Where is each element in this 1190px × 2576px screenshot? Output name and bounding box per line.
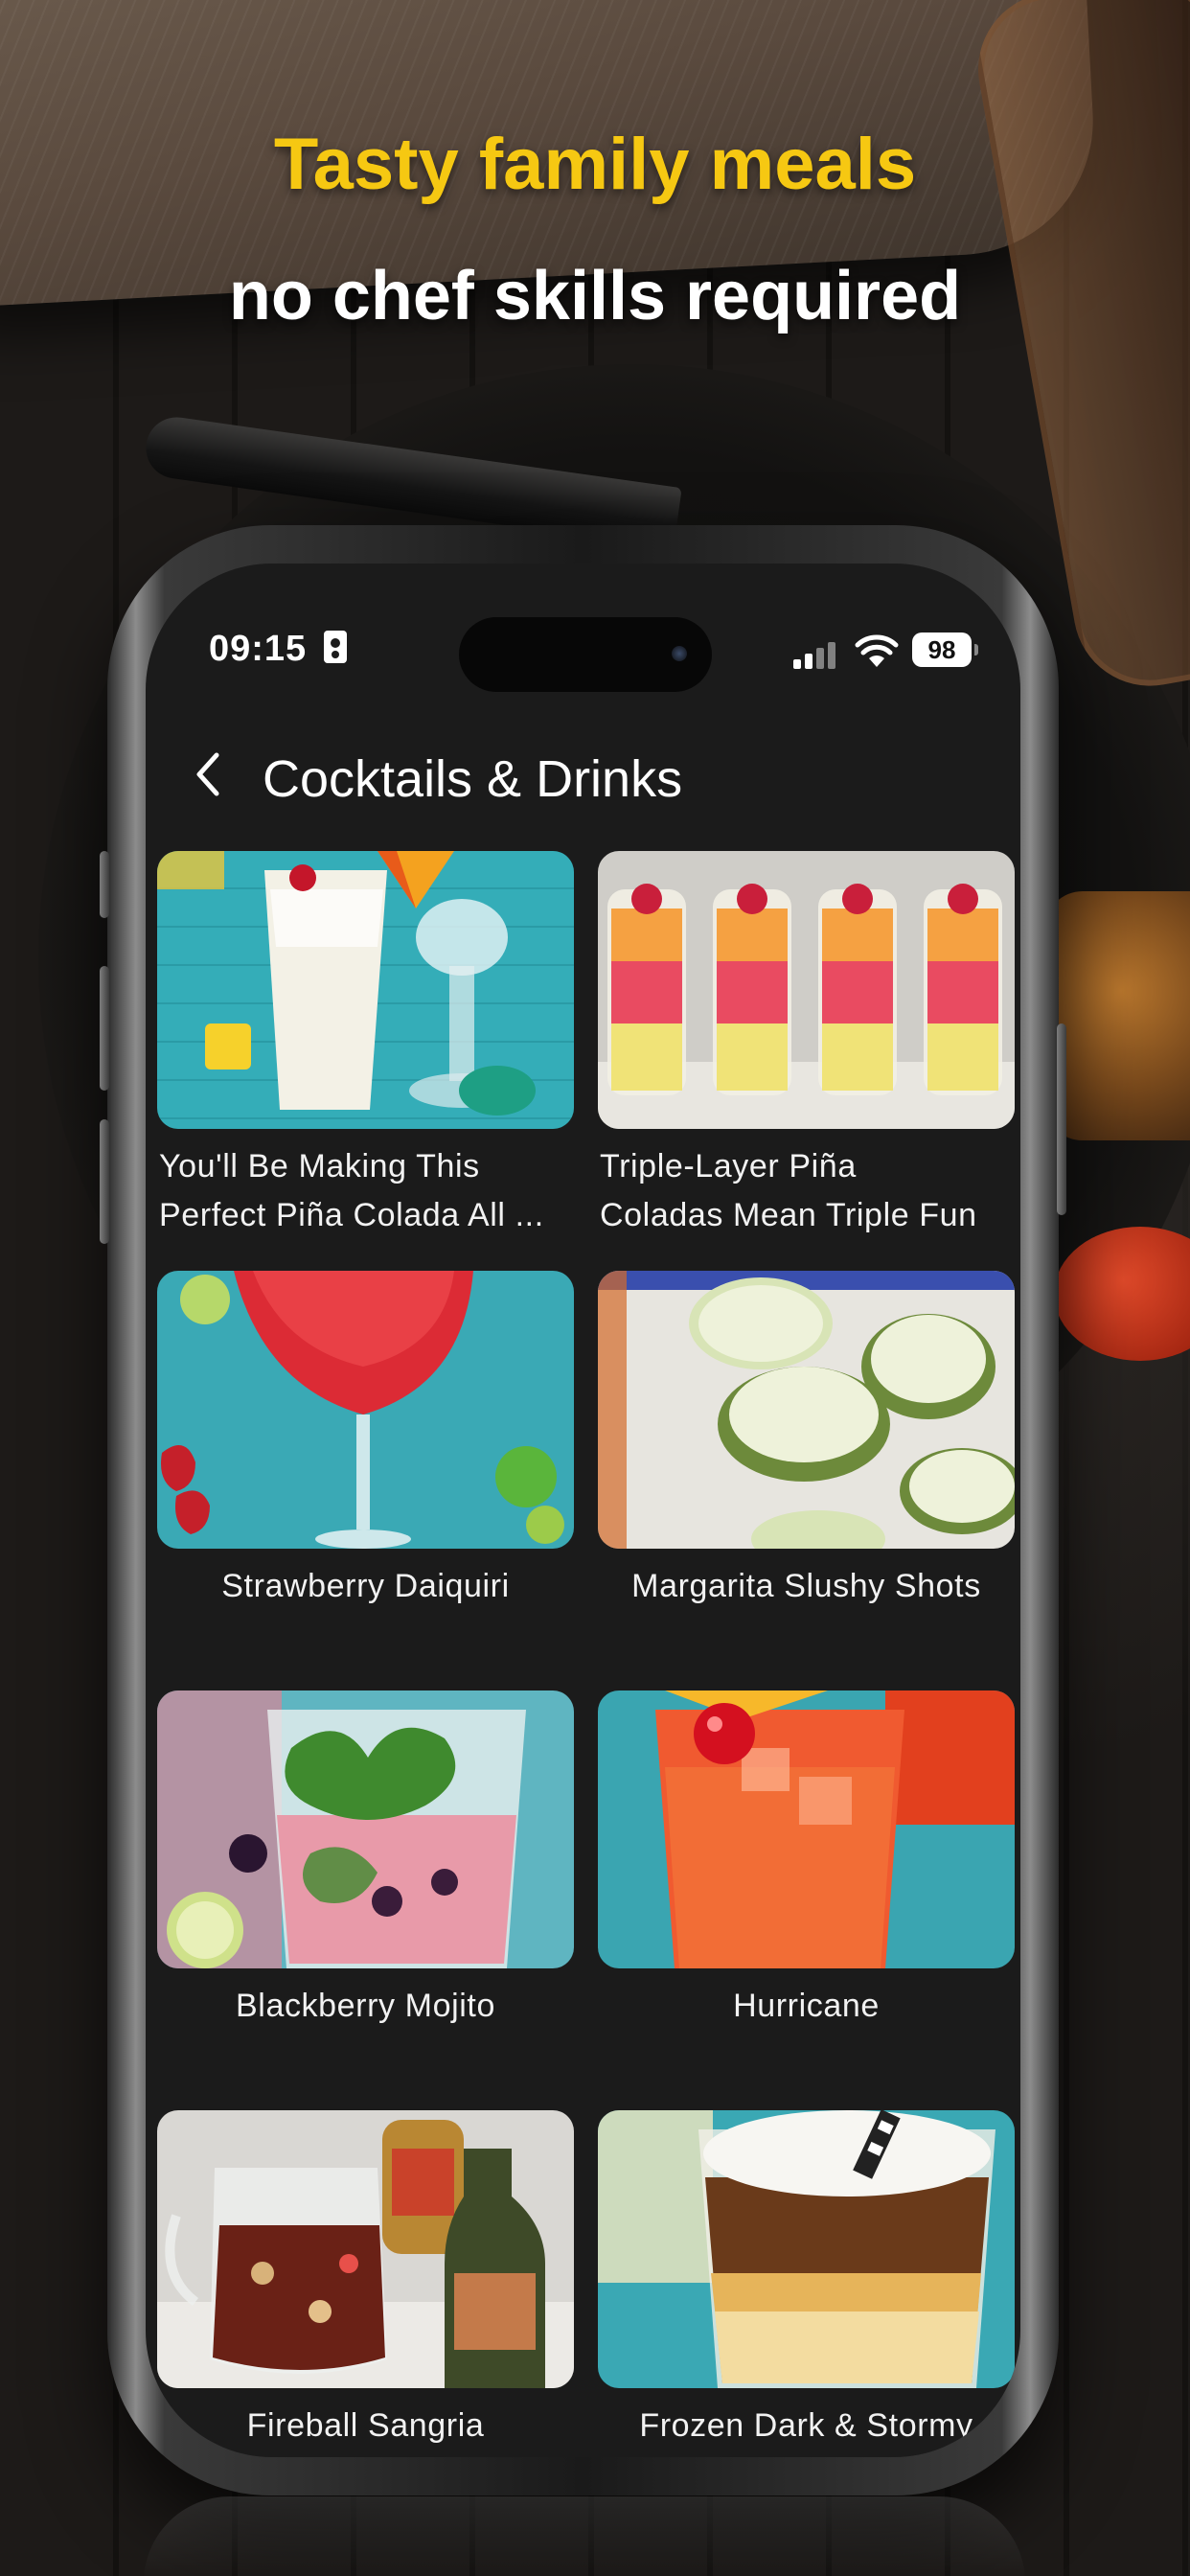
recipe-grid: You'll Be Making This Perfect Piña Colad… <box>157 851 1020 2457</box>
front-camera-icon <box>672 646 687 661</box>
recipe-title: Margarita Slushy Shots <box>631 1568 981 1604</box>
phone-reflection <box>144 2496 1025 2576</box>
blackberry-mojito-image <box>157 1690 574 1968</box>
promo-subline: no chef skills required <box>228 258 962 334</box>
fireball-sangria-image <box>157 2110 574 2388</box>
recipe-card[interactable]: Margarita Slushy Shots <box>598 1271 1015 1690</box>
recipe-title: Frozen Dark & Stormy <box>639 2407 973 2444</box>
margarita-shots-image <box>598 1271 1015 1549</box>
dynamic-island <box>459 617 712 692</box>
phone-side-button <box>1057 1024 1066 1215</box>
dark-stormy-image <box>598 2110 1015 2388</box>
recipe-title: Triple-Layer Piña Coladas Mean Triple Fu… <box>600 1148 977 1233</box>
phone-volume-down-button <box>100 1119 109 1244</box>
recipe-title: Hurricane <box>733 1988 880 2024</box>
recipe-title: You'll Be Making This Perfect Piña Colad… <box>159 1148 544 1233</box>
sim-card-icon <box>324 631 347 663</box>
page-title: Cocktails & Drinks <box>263 750 683 808</box>
phone-frame: 09:15 98 Cocktails & Drinks You'll Be Ma… <box>100 525 1066 2496</box>
recipe-card[interactable]: You'll Be Making This Perfect Piña Colad… <box>157 851 574 1271</box>
recipe-card[interactable]: Blackberry Mojito <box>157 1690 574 2110</box>
recipe-card[interactable]: Fireball Sangria <box>157 2110 574 2457</box>
promo-screenshot: Tasty family meals no chef skills requir… <box>0 0 1190 2576</box>
chevron-left-icon <box>196 752 219 796</box>
battery-level: 98 <box>927 634 956 664</box>
cellular-signal-icon <box>793 640 837 669</box>
hurricane-image <box>598 1690 1015 1968</box>
recipe-card[interactable]: Triple-Layer Piña Coladas Mean Triple Fu… <box>598 851 1015 1271</box>
recipe-title: Fireball Sangria <box>246 2407 485 2444</box>
phone-action-button <box>100 851 109 918</box>
recipe-card[interactable]: Strawberry Daiquiri <box>157 1271 574 1690</box>
app-header: Cocktails & Drinks <box>146 726 1020 822</box>
pina-colada-image <box>157 851 574 1129</box>
strawberry-daiquiri-image <box>157 1271 574 1549</box>
layered-pina-colada-image <box>598 851 1015 1129</box>
status-time: 09:15 <box>209 629 308 669</box>
promo-headline: Tasty family meals <box>273 124 917 205</box>
wifi-icon <box>855 634 899 667</box>
app-screen: 09:15 98 Cocktails & Drinks You'll Be Ma… <box>146 564 1020 2457</box>
battery-icon: 98 <box>912 632 978 667</box>
back-button[interactable] <box>180 746 238 803</box>
recipe-card[interactable]: Frozen Dark & Stormy <box>598 2110 1015 2457</box>
status-bar: 09:15 98 <box>146 564 1020 698</box>
phone-volume-up-button <box>100 966 109 1091</box>
recipe-title: Blackberry Mojito <box>236 1988 495 2024</box>
recipe-card[interactable]: Hurricane <box>598 1690 1015 2110</box>
recipe-title: Strawberry Daiquiri <box>221 1568 510 1604</box>
